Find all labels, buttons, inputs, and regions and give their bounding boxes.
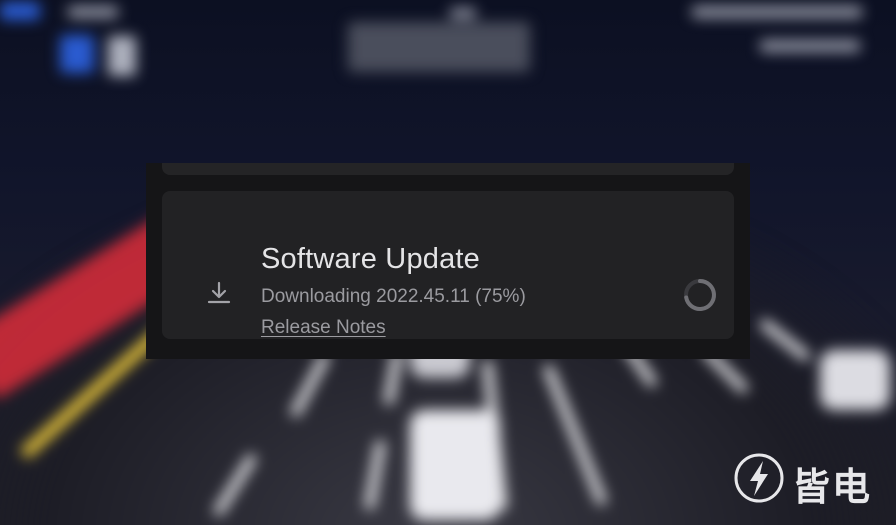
ego-car	[410, 410, 500, 520]
status-bar-text-right	[692, 6, 862, 18]
status-bar-white-tile	[108, 36, 136, 76]
notification-title: Software Update	[261, 243, 481, 275]
release-notes-link[interactable]: Release Notes	[261, 317, 386, 339]
previous-notification-card-edge	[162, 163, 734, 175]
status-bar-center-dot	[450, 8, 476, 18]
navigation-card	[348, 22, 530, 72]
status-bar-text-left	[68, 6, 118, 18]
download-status: Downloading 2022.45.11 (75%)	[261, 286, 526, 307]
status-bar-blue-tile	[60, 35, 94, 73]
notification-panel: Software Update Downloading 2022.45.11 (…	[146, 163, 750, 359]
side-vehicle	[820, 350, 890, 410]
software-update-card[interactable]: Software Update Downloading 2022.45.11 (…	[162, 191, 734, 339]
loading-spinner-icon	[684, 279, 716, 311]
watermark-text: 皆电	[792, 465, 873, 509]
download-icon	[207, 281, 231, 304]
screen: Software Update Downloading 2022.45.11 (…	[0, 0, 896, 525]
status-bar-text-right-2	[760, 40, 860, 52]
status-bar-blue-indicator	[0, 2, 40, 20]
lightning-bolt-logo	[734, 453, 784, 503]
